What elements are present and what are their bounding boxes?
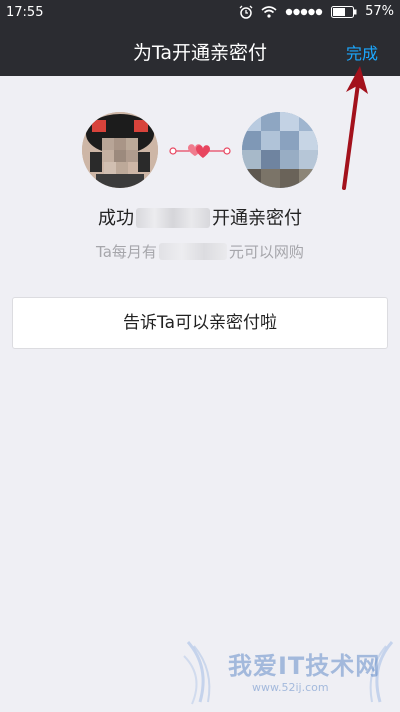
heart-link-icon <box>168 136 232 166</box>
partner-avatar <box>242 112 318 188</box>
tell-ta-button[interactable]: 告诉Ta可以亲密付啦 <box>12 297 388 349</box>
signal-dots-icon <box>285 8 323 16</box>
success-suffix: 开通亲密付 <box>212 208 302 229</box>
battery-percent: 57% <box>365 4 394 19</box>
blurred-name <box>136 208 210 228</box>
success-prefix: 成功 <box>98 208 134 229</box>
done-button[interactable]: 完成 <box>346 40 378 64</box>
success-message: 成功 开通亲密付 <box>0 204 400 230</box>
page-title: 为Ta开通亲密付 <box>132 42 268 64</box>
limit-prefix: Ta每月有 <box>96 243 157 261</box>
watermark-text: 我爱IT技术网 <box>228 652 381 680</box>
alarm-icon <box>239 5 253 19</box>
status-bar: 17:55 57% <box>0 0 400 26</box>
my-avatar <box>82 112 158 188</box>
blurred-amount <box>158 243 227 260</box>
limit-suffix: 元可以网购 <box>228 243 304 261</box>
battery-icon <box>331 5 357 18</box>
status-time: 17:55 <box>6 5 44 20</box>
annotation-arrow-icon <box>330 64 370 190</box>
watermark-url: www.52ij.com <box>252 681 329 694</box>
monthly-limit-message: Ta每月有 元可以网购 <box>0 241 400 262</box>
wifi-icon <box>261 5 277 18</box>
